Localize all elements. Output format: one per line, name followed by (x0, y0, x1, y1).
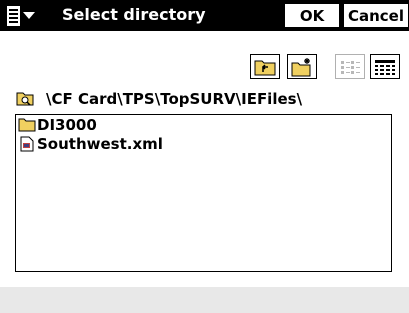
list-view-button[interactable] (335, 54, 365, 79)
folder-up-icon (254, 60, 276, 75)
list-item-label: Southwest.xml (37, 134, 163, 153)
new-folder-icon (291, 57, 311, 76)
cancel-button[interactable]: Cancel (343, 3, 409, 28)
bottom-bar (0, 287, 409, 313)
current-path: \CF Card\TPS\TopSURV\IEFiles\ (16, 88, 302, 110)
folder-icon (18, 117, 36, 133)
list-view-icon (341, 60, 360, 74)
menu-button[interactable] (1, 2, 58, 29)
folder-up-button[interactable] (250, 54, 280, 79)
dialog-title: Select directory (62, 5, 206, 24)
folder-open-icon (16, 92, 34, 106)
list-item-file[interactable]: Southwest.xml (16, 134, 391, 153)
new-folder-button[interactable] (287, 54, 317, 79)
list-item-label: DI3000 (37, 115, 97, 134)
details-view-icon (375, 59, 395, 75)
details-view-button[interactable] (370, 54, 400, 79)
xml-file-icon (18, 136, 36, 152)
file-list[interactable]: DI3000 Southwest.xml (15, 114, 392, 272)
list-item-folder[interactable]: DI3000 (16, 115, 391, 134)
menu-list-icon (7, 5, 20, 26)
path-text: \CF Card\TPS\TopSURV\IEFiles\ (46, 90, 303, 108)
chevron-down-icon (23, 11, 35, 19)
ok-button[interactable]: OK (284, 3, 340, 28)
title-bar: Select directory OK Cancel (0, 0, 409, 31)
